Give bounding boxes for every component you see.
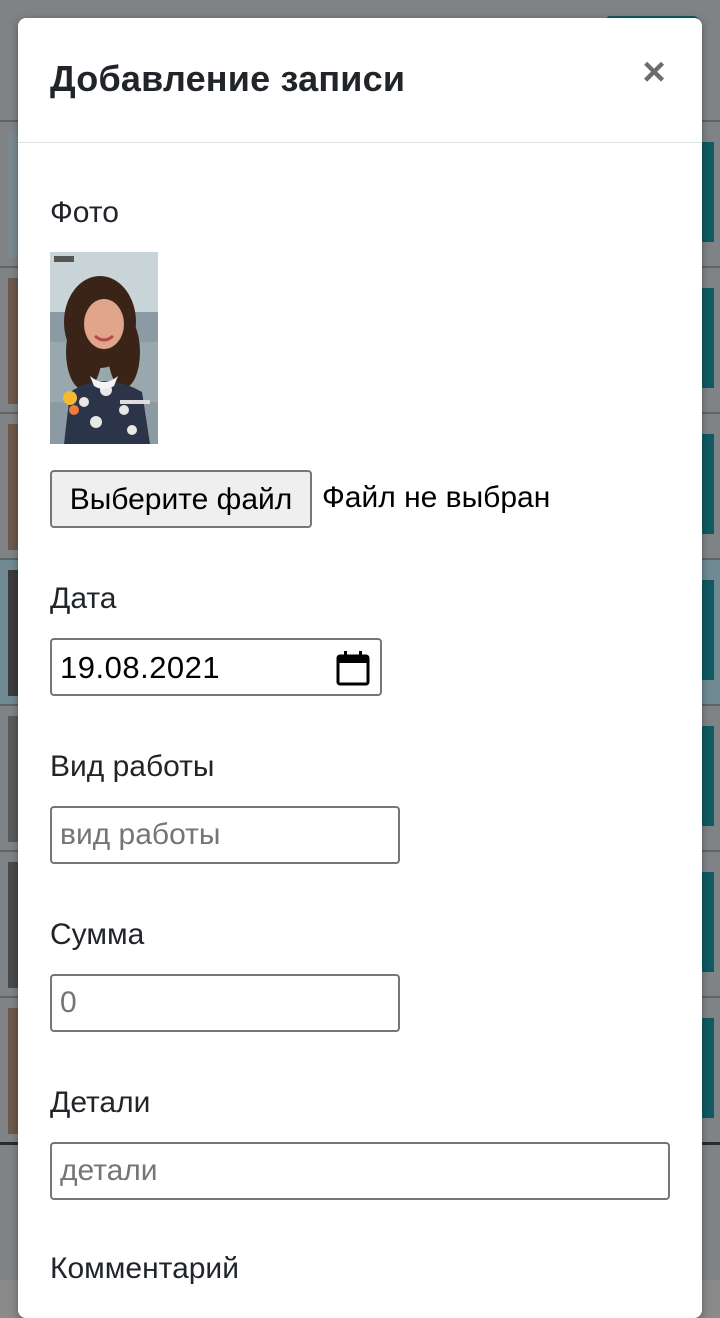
photo-label: Фото — [50, 196, 119, 229]
close-icon: × — [642, 50, 666, 94]
file-status-text: Файл не выбран — [322, 481, 551, 514]
close-button[interactable]: × — [636, 52, 672, 92]
calendar-icon[interactable] — [336, 650, 370, 686]
date-label: Дата — [50, 582, 117, 615]
add-entry-modal: Добавление записи × Фото Выберите файл Ф… — [18, 18, 702, 1318]
details-label: Детали — [50, 1086, 151, 1119]
modal-title: Добавление записи — [50, 58, 406, 99]
date-input[interactable]: 19.08.2021 — [50, 638, 382, 696]
work-type-label: Вид работы — [50, 750, 215, 783]
sum-label: Сумма — [50, 918, 145, 951]
photo-image — [50, 252, 158, 444]
details-input[interactable] — [50, 1142, 670, 1200]
modal-header: Добавление записи × — [18, 18, 702, 143]
comment-label: Комментарий — [50, 1252, 239, 1285]
choose-file-button[interactable]: Выберите файл — [50, 470, 312, 528]
work-type-input[interactable] — [50, 806, 400, 864]
photo-thumbnail — [50, 252, 158, 444]
date-value: 19.08.2021 — [60, 650, 221, 685]
sum-input[interactable] — [50, 974, 400, 1032]
